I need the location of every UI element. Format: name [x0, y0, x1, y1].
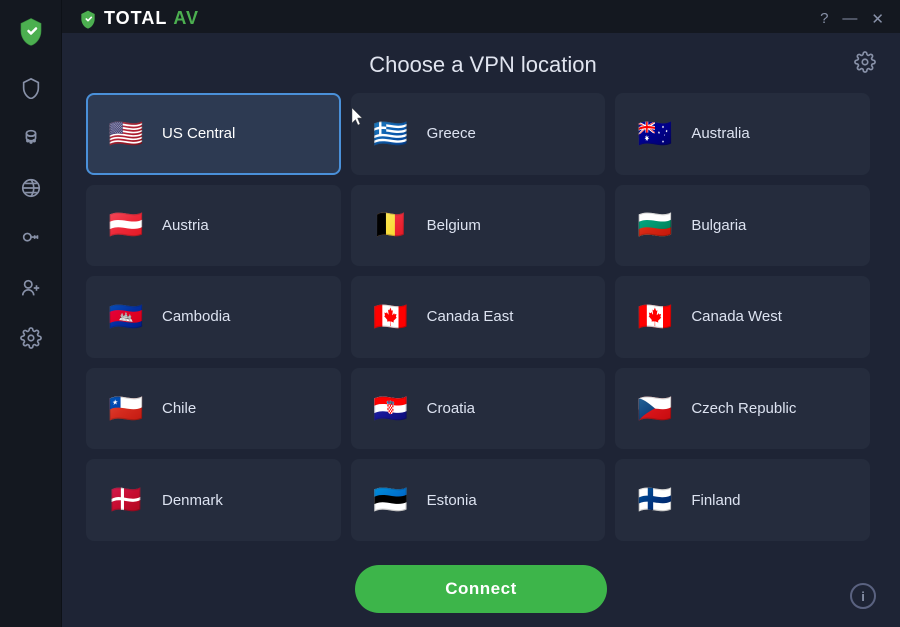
- close-button[interactable]: ✕: [871, 10, 884, 28]
- location-name: Denmark: [162, 492, 223, 509]
- vpn-location-item[interactable]: 🇨🇿 Czech Republic: [615, 368, 870, 450]
- brand-av: AV: [173, 8, 199, 29]
- vpn-location-item[interactable]: 🇧🇬 Bulgaria: [615, 185, 870, 267]
- flag-icon: 🇧🇬: [633, 209, 677, 241]
- vpn-location-item[interactable]: 🇩🇰 Denmark: [86, 459, 341, 541]
- page-title: Choose a VPN location: [112, 52, 854, 78]
- flag-icon: 🇬🇷: [369, 118, 413, 150]
- vpn-location-item[interactable]: 🇰🇭 Cambodia: [86, 276, 341, 358]
- flag-icon: 🇭🇷: [369, 393, 413, 425]
- page-header: Choose a VPN location: [86, 33, 876, 93]
- flag-icon: 🇨🇦: [633, 301, 677, 333]
- location-name: Bulgaria: [691, 217, 746, 234]
- flag-icon: 🇦🇺: [633, 118, 677, 150]
- flag-icon: 🇪🇪: [369, 484, 413, 516]
- flag-icon: 🇫🇮: [633, 484, 677, 516]
- sidebar-item-antivirus[interactable]: [9, 66, 53, 110]
- vpn-location-item[interactable]: 🇨🇦 Canada West: [615, 276, 870, 358]
- location-name: Chile: [162, 400, 196, 417]
- sidebar-item-privacy[interactable]: [9, 116, 53, 160]
- vpn-location-item[interactable]: 🇧🇪 Belgium: [351, 185, 606, 267]
- vpn-location-item[interactable]: 🇺🇸 US Central: [86, 93, 341, 175]
- brand-shield-icon: [78, 9, 98, 29]
- flag-icon: 🇰🇭: [104, 301, 148, 333]
- location-name: Belgium: [427, 217, 481, 234]
- info-button[interactable]: i: [850, 583, 876, 609]
- content-area: Choose a VPN location 🇺🇸 US Central 🇬🇷 Gree…: [62, 33, 900, 551]
- flag-icon: 🇩🇰: [104, 484, 148, 516]
- help-button[interactable]: ?: [820, 10, 828, 27]
- location-name: Croatia: [427, 400, 475, 417]
- flag-icon: 🇨🇿: [633, 393, 677, 425]
- sidebar-item-settings[interactable]: [9, 316, 53, 360]
- window-controls: ? — ✕: [820, 10, 884, 28]
- vpn-location-item[interactable]: 🇦🇺 Australia: [615, 93, 870, 175]
- flag-icon: 🇺🇸: [104, 118, 148, 150]
- location-name: US Central: [162, 125, 235, 142]
- location-name: Canada West: [691, 308, 782, 325]
- sidebar: [0, 0, 62, 627]
- vpn-location-grid: 🇺🇸 US Central 🇬🇷 Greece 🇦🇺 Australia 🇦🇹 Austria…: [86, 93, 876, 551]
- gear-icon: [854, 51, 876, 73]
- vpn-location-item[interactable]: 🇬🇷 Greece: [351, 93, 606, 175]
- vpn-location-item[interactable]: 🇫🇮 Finland: [615, 459, 870, 541]
- minimize-button[interactable]: —: [842, 10, 857, 27]
- location-name: Canada East: [427, 308, 514, 325]
- vpn-location-item[interactable]: 🇪🇪 Estonia: [351, 459, 606, 541]
- location-name: Finland: [691, 492, 740, 509]
- shield-logo-icon: [16, 16, 46, 46]
- bottom-bar: Connect i: [62, 551, 900, 627]
- sidebar-item-add-user[interactable]: [9, 266, 53, 310]
- flag-icon: 🇧🇪: [369, 209, 413, 241]
- titlebar: TOTAL AV ? — ✕: [62, 0, 900, 33]
- sidebar-logo: [16, 16, 46, 46]
- sidebar-item-vpn[interactable]: [9, 166, 53, 210]
- location-name: Greece: [427, 125, 476, 142]
- sidebar-item-passwords[interactable]: [9, 216, 53, 260]
- location-name: Cambodia: [162, 308, 230, 325]
- connect-button[interactable]: Connect: [355, 565, 607, 613]
- vpn-location-item[interactable]: 🇨🇦 Canada East: [351, 276, 606, 358]
- flag-icon: 🇦🇹: [104, 209, 148, 241]
- vpn-location-item[interactable]: 🇦🇹 Austria: [86, 185, 341, 267]
- vpn-location-item[interactable]: 🇨🇱 Chile: [86, 368, 341, 450]
- main-panel: TOTAL AV ? — ✕ Choose a VPN location: [62, 0, 900, 627]
- app-brand: TOTAL AV: [78, 8, 199, 29]
- vpn-location-item[interactable]: 🇭🇷 Croatia: [351, 368, 606, 450]
- location-name: Australia: [691, 125, 749, 142]
- settings-button[interactable]: [854, 51, 876, 79]
- flag-icon: 🇨🇱: [104, 393, 148, 425]
- location-name: Czech Republic: [691, 400, 796, 417]
- location-name: Austria: [162, 217, 209, 234]
- location-name: Estonia: [427, 492, 477, 509]
- brand-total: TOTAL: [104, 8, 167, 29]
- flag-icon: 🇨🇦: [369, 301, 413, 333]
